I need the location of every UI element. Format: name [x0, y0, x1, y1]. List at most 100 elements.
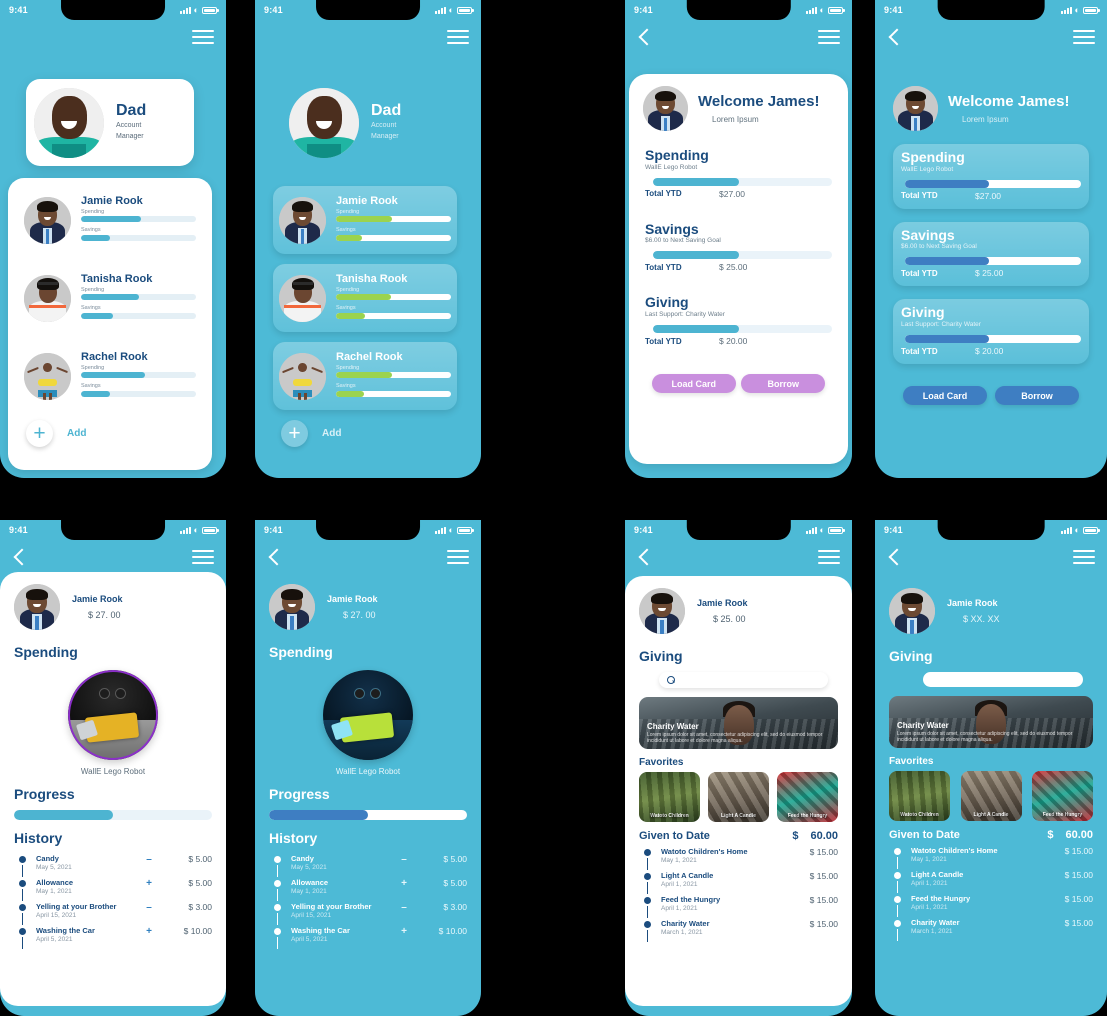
table-row[interactable]: Light A Candle April 1, 2021 $ 15.00: [894, 870, 1093, 894]
welcome-sheet: Welcome James! Lorem Ipsum Spending Wall…: [879, 74, 1103, 464]
charity-description: Lorem ipsum dolor sit amet, consectetur …: [647, 731, 823, 745]
phone-screen-giving-light: 9:41 ◐ Jamie Rook $ 25. 00 Giving Charit…: [625, 520, 852, 1016]
wifi-icon: ◐: [448, 524, 454, 535]
account-subtitle: Last Support: Charity Water: [645, 311, 725, 319]
user-name: Jamie Rook: [697, 598, 748, 608]
add-child-button[interactable]: + Add: [273, 420, 457, 447]
user-name: Jamie Rook: [947, 598, 998, 608]
borrow-button[interactable]: Borrow: [995, 386, 1079, 406]
favorite-card[interactable]: Watoto Children: [639, 772, 700, 822]
table-row[interactable]: Yelling at your Brother April 15, 2021 –…: [19, 902, 212, 926]
table-row[interactable]: Watoto Children's Home May 1, 2021 $ 15.…: [644, 847, 838, 871]
transaction-date: May 1, 2021: [36, 888, 72, 895]
featured-charity-card[interactable]: Charity Water Lorem ipsum dolor sit amet…: [889, 696, 1093, 748]
back-icon[interactable]: [637, 29, 653, 45]
table-row[interactable]: Feed the Hungry April 1, 2021 $ 15.00: [644, 895, 838, 919]
list-item[interactable]: Jamie Rook Spending Savings: [273, 186, 457, 254]
account-title: Savings: [645, 220, 699, 237]
table-row[interactable]: Light A Candle April 1, 2021 $ 15.00: [644, 871, 838, 895]
menu-icon[interactable]: [192, 549, 214, 565]
table-row[interactable]: Candy May 5, 2021 – $ 5.00: [19, 854, 212, 878]
table-row[interactable]: Candy May 5, 2021 – $ 5.00: [274, 854, 467, 878]
table-row[interactable]: Feed the Hungry April 1, 2021 $ 15.00: [894, 894, 1093, 918]
account-card-giving[interactable]: Giving Last Support: Charity Water Total…: [893, 299, 1089, 365]
account-manager-card[interactable]: Dad Account Manager: [26, 79, 194, 166]
favorite-card[interactable]: Feed the Hungry: [1032, 771, 1093, 821]
transaction-amount: $ 5.00: [188, 878, 212, 888]
phone-screen-spending-dark: 9:41 ◐ Jamie Rook $ 27. 00 Spending Wall…: [255, 520, 481, 1016]
timeline-dot: [274, 856, 281, 863]
menu-icon[interactable]: [818, 549, 840, 565]
progress-label: Progress: [14, 786, 75, 802]
back-icon[interactable]: [267, 549, 283, 565]
bar-label-savings: Savings: [336, 305, 356, 311]
account-card-spending[interactable]: Spending WallE Lego Robot Total YTD $27.…: [643, 144, 834, 205]
featured-charity-card[interactable]: Charity Water Lorem ipsum dolor sit amet…: [639, 697, 838, 749]
table-row[interactable]: Yelling at your Brother April 15, 2021 –…: [274, 902, 467, 926]
list-item[interactable]: Tanisha Rook Spending Savings: [273, 264, 457, 332]
account-card-spending[interactable]: Spending WallE Lego Robot Total YTD $27.…: [893, 144, 1089, 209]
page-subtitle: Lorem Ipsum: [962, 115, 1009, 124]
phone-screen-profile-light: 9:41 ◐ Dad Account Manager Jamie Rook Sp…: [0, 0, 226, 478]
load-card-button[interactable]: Load Card: [903, 386, 987, 406]
transaction-title: Yelling at your Brother: [291, 902, 372, 911]
user-name: Jamie Rook: [327, 594, 378, 604]
search-input[interactable]: [659, 672, 828, 688]
account-subtitle: WallE Lego Robot: [645, 163, 698, 171]
menu-icon[interactable]: [447, 549, 469, 565]
account-card-giving[interactable]: Giving Last Support: Charity Water Total…: [643, 291, 834, 352]
back-icon[interactable]: [887, 29, 903, 45]
table-row[interactable]: Allowance May 1, 2021 + $ 5.00: [19, 878, 212, 902]
menu-icon[interactable]: [447, 29, 469, 45]
giving-detail-sheet: Jamie Rook $ 25. 00 Giving Charity Water…: [625, 576, 852, 1006]
menu-icon[interactable]: [192, 29, 214, 45]
favorite-card[interactable]: Feed the Hungry: [777, 772, 838, 822]
progress-bar: [14, 810, 212, 820]
list-item[interactable]: Tanisha Rook Spending Savings: [18, 264, 202, 332]
donation-date: March 1, 2021: [911, 928, 953, 935]
user-balance: $ 27. 00: [88, 610, 121, 620]
account-card-savings[interactable]: Savings $6.00 to Next Saving Goal Total …: [643, 218, 834, 279]
account-manager-card[interactable]: Dad Account Manager: [281, 79, 449, 166]
table-row[interactable]: Washing the Car April 5, 2021 + $ 10.00: [274, 926, 467, 950]
bar-label-savings: Savings: [81, 305, 101, 311]
table-row[interactable]: Charity Water March 1, 2021 $ 15.00: [894, 918, 1093, 942]
back-icon[interactable]: [12, 549, 28, 565]
user-header: Jamie Rook $ XX. XX: [889, 588, 1093, 634]
menu-icon[interactable]: [818, 29, 840, 45]
table-row[interactable]: Charity Water March 1, 2021 $ 15.00: [644, 919, 838, 943]
signal-icon: [179, 6, 191, 14]
load-card-button[interactable]: Load Card: [651, 374, 736, 394]
favorite-card[interactable]: Light A Candle: [960, 771, 1022, 821]
list-item[interactable]: Rachel Rook Spending Savings: [273, 342, 457, 410]
timeline-line: [646, 858, 649, 870]
ytd-value: $27.00: [719, 188, 745, 199]
progress-spending: [81, 216, 196, 222]
table-row[interactable]: Washing the Car April 5, 2021 + $ 10.00: [19, 926, 212, 950]
list-item[interactable]: Jamie Rook Spending Savings: [18, 186, 202, 254]
signal-icon: [434, 6, 446, 14]
donation-amount: $ 15.00: [809, 871, 838, 881]
bar-label-spending: Spending: [81, 364, 105, 371]
progress-spending: [336, 216, 451, 222]
back-icon[interactable]: [887, 549, 903, 565]
donation-amount: $ 15.00: [809, 895, 838, 905]
account-title: Giving: [645, 294, 689, 311]
search-input[interactable]: [923, 672, 1083, 687]
menu-icon[interactable]: [1073, 549, 1095, 565]
avatar: [279, 352, 326, 400]
add-child-button[interactable]: + Add: [18, 420, 202, 447]
favorite-card[interactable]: Watoto Children: [889, 771, 950, 821]
timeline-dot: [19, 904, 26, 911]
back-icon[interactable]: [637, 549, 653, 565]
device-notch: [316, 0, 420, 20]
table-row[interactable]: Allowance May 1, 2021 + $ 5.00: [274, 878, 467, 902]
favorite-card[interactable]: Light A Candle: [708, 772, 769, 822]
table-row[interactable]: Watoto Children's Home May 1, 2021 $ 15.…: [894, 846, 1093, 870]
menu-icon[interactable]: [1073, 29, 1095, 45]
account-card-savings[interactable]: Savings $6.00 to Next Saving Goal Total …: [893, 221, 1089, 287]
product-image: [323, 670, 413, 760]
list-item[interactable]: Rachel Rook Spending Savings: [18, 342, 202, 410]
borrow-button[interactable]: Borrow: [741, 374, 826, 394]
child-name: Jamie Rook: [336, 194, 398, 207]
